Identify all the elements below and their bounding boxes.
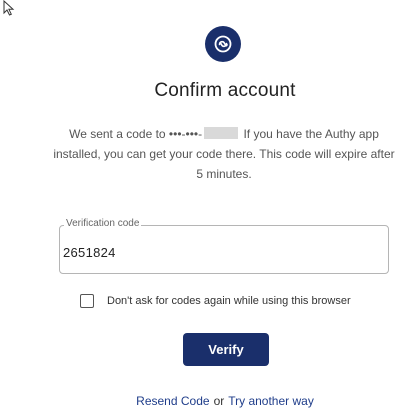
verification-code-input[interactable]: 2651824	[63, 245, 116, 260]
redacted-phone-number	[204, 127, 239, 139]
instructions-line-1: We sent a code to •••-•••- If you have t…	[4, 124, 411, 144]
verify-button[interactable]: Verify	[183, 333, 269, 366]
mouse-pointer-icon	[3, 0, 15, 16]
verification-code-label: Verification code	[64, 218, 142, 229]
verification-code-field[interactable]: Verification code 2651824	[59, 218, 389, 274]
instructions-text: We sent a code to •••-•••- If you have t…	[4, 124, 411, 184]
page-title: Confirm account	[154, 80, 296, 101]
alternate-actions: Resend Code or Try another way	[0, 394, 411, 408]
instructions-line-2: installed, you can get your code there. …	[53, 147, 395, 161]
resend-code-link[interactable]: Resend Code	[136, 394, 209, 408]
instructions-line-1-suffix: If you have the Authy app	[240, 127, 379, 141]
remember-browser-option[interactable]: Don't ask for codes again while using th…	[80, 294, 351, 308]
or-text: or	[213, 394, 225, 408]
instructions-line-3: 5 minutes.	[196, 167, 252, 181]
remember-browser-checkbox[interactable]	[80, 294, 94, 308]
instructions-prefix: We sent a code to •••-•••-	[69, 127, 203, 141]
try-another-way-link[interactable]: Try another way	[228, 394, 314, 408]
authy-logo-icon	[205, 26, 241, 62]
remember-browser-label[interactable]: Don't ask for codes again while using th…	[107, 295, 351, 307]
